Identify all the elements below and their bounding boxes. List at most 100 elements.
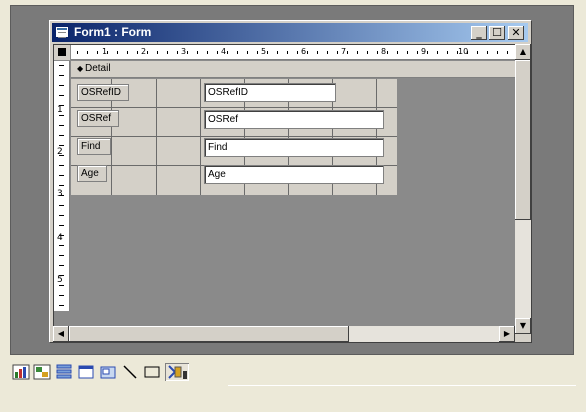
mdi-workspace: Form1 : Form _ ☐ ✕ 1 2 3 4 5 6 7 8 9 10 … bbox=[10, 5, 574, 355]
ruler-tick bbox=[59, 145, 64, 146]
ruler-tick bbox=[207, 51, 208, 54]
title-bar[interactable]: Form1 : Form _ ☐ ✕ bbox=[52, 23, 528, 42]
minimize-button[interactable]: _ bbox=[471, 26, 487, 40]
ruler-tick bbox=[167, 51, 168, 54]
tab-control-icon[interactable] bbox=[99, 363, 117, 381]
ruler-number: 5 bbox=[261, 47, 267, 56]
page-break-icon[interactable] bbox=[77, 363, 95, 381]
textbox-osref[interactable]: OSRef bbox=[204, 110, 384, 129]
field-label-osref[interactable]: OSRef bbox=[77, 110, 119, 127]
field-label-find[interactable]: Find bbox=[77, 138, 111, 155]
ruler-number: 6 bbox=[301, 47, 307, 56]
ruler-tick bbox=[59, 75, 64, 76]
form-icon[interactable] bbox=[55, 26, 69, 38]
ruler-tick bbox=[59, 285, 64, 286]
ruler-tick bbox=[59, 265, 64, 266]
ruler-tick bbox=[59, 185, 64, 186]
scroll-right-arrow-icon[interactable]: ▶ bbox=[499, 326, 515, 342]
detail-section-header[interactable]: ◆ Detail bbox=[71, 61, 515, 78]
ruler-tick bbox=[59, 295, 64, 296]
ruler-number: 2 bbox=[141, 47, 147, 56]
status-bar bbox=[0, 394, 586, 412]
ruler-tick bbox=[59, 95, 64, 96]
ruler-number: 9 bbox=[421, 47, 427, 56]
grid-line bbox=[71, 107, 397, 108]
bound-object-frame-icon[interactable] bbox=[55, 363, 73, 381]
horizontal-scrollbar[interactable]: ◀ ▶ bbox=[53, 326, 515, 342]
ruler-tick bbox=[59, 195, 64, 196]
rectangle-icon[interactable] bbox=[143, 363, 161, 381]
ruler-tick bbox=[237, 51, 238, 54]
ruler-tick bbox=[287, 51, 288, 54]
ruler-tick bbox=[407, 51, 408, 54]
ruler-tick bbox=[457, 51, 458, 54]
ruler-tick bbox=[307, 51, 308, 54]
design-area: 1 2 3 4 5 6 7 8 9 10 1 2 3 4 5 ◆ Detail … bbox=[53, 44, 515, 341]
ruler-tick bbox=[59, 205, 64, 206]
ruler-tick bbox=[297, 51, 298, 54]
scroll-up-arrow-icon[interactable]: ▲ bbox=[515, 44, 531, 60]
ruler-tick bbox=[59, 105, 64, 106]
ruler-tick bbox=[347, 51, 348, 54]
ruler-tick bbox=[59, 125, 64, 126]
form-selector[interactable] bbox=[54, 45, 70, 60]
more-controls-icon[interactable] bbox=[165, 363, 189, 381]
ruler-tick bbox=[157, 51, 158, 54]
ruler-tick bbox=[59, 275, 64, 276]
scroll-thumb[interactable] bbox=[515, 60, 531, 220]
detail-section-canvas[interactable]: OSRefID OSRefID OSRef OSRef Find Find Ag… bbox=[71, 79, 397, 195]
textbox-osrefid[interactable]: OSRefID bbox=[204, 83, 336, 102]
textbox-age[interactable]: Age bbox=[204, 165, 384, 184]
ruler-tick bbox=[357, 51, 358, 54]
ruler-tick bbox=[137, 51, 138, 54]
ruler-tick bbox=[427, 51, 428, 54]
ruler-tick bbox=[127, 51, 128, 54]
ruler-tick bbox=[377, 51, 378, 54]
textbox-find[interactable]: Find bbox=[204, 138, 384, 157]
horizontal-ruler[interactable]: 1 2 3 4 5 6 7 8 9 10 bbox=[71, 45, 515, 60]
ruler-tick bbox=[187, 51, 188, 54]
scroll-down-arrow-icon[interactable]: ▼ bbox=[515, 318, 531, 334]
ruler-tick bbox=[417, 51, 418, 54]
ruler-tick bbox=[59, 85, 64, 86]
grid-line bbox=[156, 79, 157, 195]
ruler-tick bbox=[467, 51, 468, 54]
ruler-tick bbox=[117, 51, 118, 54]
section-label: Detail bbox=[85, 63, 111, 74]
toolbar-separator bbox=[228, 385, 576, 386]
ruler-number: 8 bbox=[381, 47, 387, 56]
line-icon[interactable] bbox=[121, 363, 139, 381]
close-button[interactable]: ✕ bbox=[508, 26, 524, 40]
vertical-scrollbar[interactable]: ▲ ▼ bbox=[515, 44, 531, 334]
field-label-osrefid[interactable]: OSRefID bbox=[77, 84, 129, 101]
chart-icon[interactable] bbox=[12, 363, 30, 381]
ruler-tick bbox=[59, 305, 64, 306]
scroll-thumb[interactable] bbox=[69, 326, 349, 342]
ruler-tick bbox=[59, 175, 64, 176]
ruler-tick bbox=[59, 225, 64, 226]
unbound-object-frame-icon[interactable] bbox=[33, 363, 51, 381]
maximize-button[interactable]: ☐ bbox=[489, 26, 505, 40]
ruler-tick bbox=[267, 51, 268, 54]
ruler-tick bbox=[437, 51, 438, 54]
ruler-tick bbox=[177, 51, 178, 54]
ruler-tick bbox=[59, 135, 64, 136]
ruler-tick bbox=[59, 155, 64, 156]
ruler-tick bbox=[367, 51, 368, 54]
grid-line bbox=[200, 79, 201, 195]
ruler-tick bbox=[217, 51, 218, 54]
scroll-left-arrow-icon[interactable]: ◀ bbox=[53, 326, 69, 342]
form-design-window: Form1 : Form _ ☐ ✕ 1 2 3 4 5 6 7 8 9 10 … bbox=[49, 20, 531, 342]
ruler-tick bbox=[107, 51, 108, 54]
ruler-tick bbox=[59, 215, 64, 216]
ruler-tick bbox=[77, 51, 78, 54]
ruler-tick bbox=[59, 165, 64, 166]
grid-line bbox=[71, 136, 397, 137]
vertical-ruler[interactable]: 1 2 3 4 5 bbox=[54, 61, 70, 311]
ruler-tick bbox=[59, 65, 64, 66]
ruler-number: 3 bbox=[57, 189, 63, 199]
ruler-tick bbox=[97, 51, 98, 54]
ruler-tick bbox=[507, 51, 508, 54]
field-label-age[interactable]: Age bbox=[77, 165, 107, 182]
ruler-tick bbox=[317, 51, 318, 54]
